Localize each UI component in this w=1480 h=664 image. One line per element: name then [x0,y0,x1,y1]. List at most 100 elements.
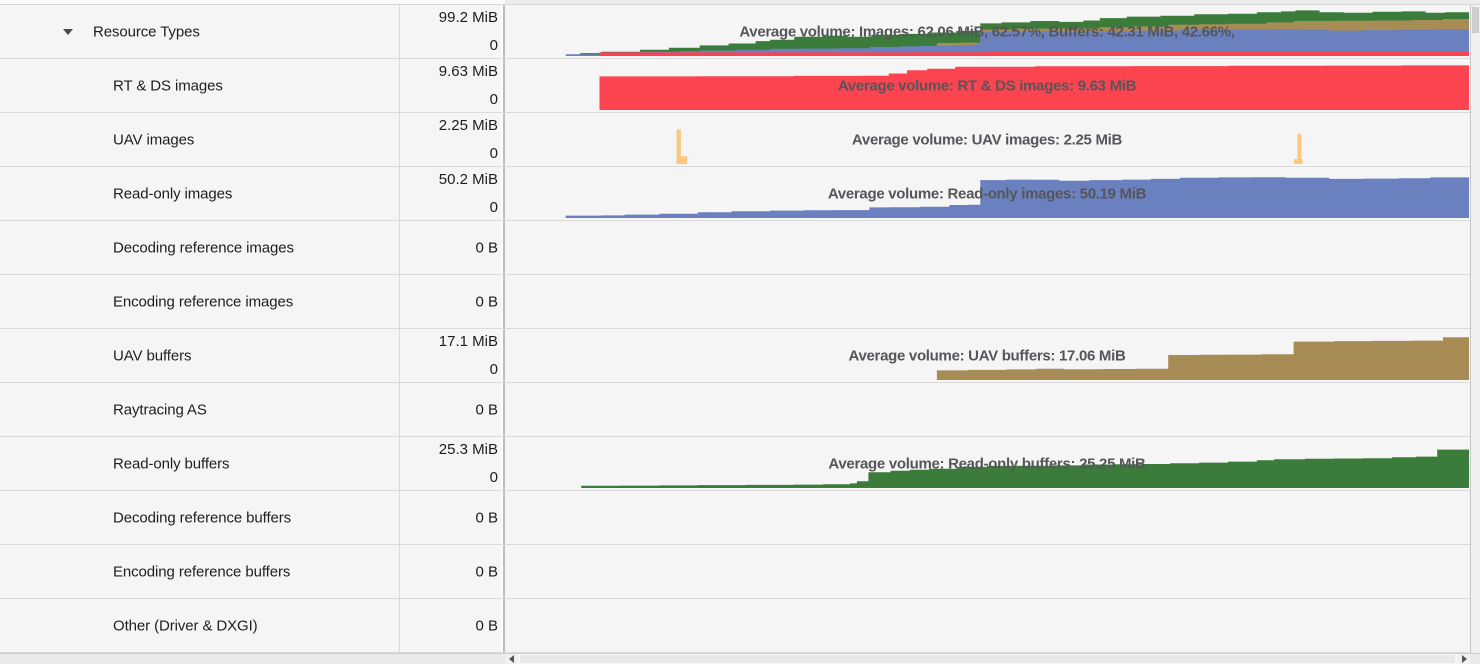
row-uav-images: UAV images 2.25 MiB 0 Average volume: UA… [0,113,1480,167]
row-chart[interactable]: Average volume: RT & DS images: 9.63 MiB [505,59,1480,112]
memory-profiler-window: Resource Types 99.2 MiB 0 Average volume… [0,0,1480,664]
row-chart[interactable]: Average volume: Read-only images: 50.19 … [505,167,1480,220]
vertical-scrollbar-thumb[interactable] [1472,7,1479,33]
volume-chart [505,5,1469,58]
row-label-cell[interactable]: Read-only buffers [0,437,400,490]
row-max-value: 50.2 MiB [439,171,498,188]
volume-chart [505,59,1469,112]
row-min-value: 0 [490,469,498,486]
row-value-cell: 17.1 MiB 0 [400,329,501,382]
chevron-down-icon[interactable] [63,29,73,35]
row-value-cell: 0 B [400,275,501,328]
row-encoding-reference-images: Encoding reference images 0 B [0,275,1480,329]
row-value-cell: 0 B [400,599,501,652]
row-value-cell: 50.2 MiB 0 [400,167,501,220]
scroll-right-button[interactable] [1457,653,1470,664]
row-label-cell[interactable]: UAV images [0,113,400,166]
row-chart[interactable] [505,275,1480,328]
row-value-cell: 25.3 MiB 0 [400,437,501,490]
scrollbar-corner [1470,653,1480,664]
row-max-value: 99.2 MiB [439,9,498,26]
row-max-value: 25.3 MiB [439,441,498,458]
row-label-cell[interactable]: Raytracing AS [0,383,400,436]
row-value-cell: 99.2 MiB 0 [400,5,501,58]
row-chart[interactable] [505,221,1480,274]
row-label: UAV images [113,131,194,148]
row-uav-buffers: UAV buffers 17.1 MiB 0 Average volume: U… [0,329,1480,383]
row-label-cell[interactable]: Read-only images [0,167,400,220]
row-read-only-images: Read-only images 50.2 MiB 0 Average volu… [0,167,1480,221]
row-label: Encoding reference images [113,293,293,310]
row-min-value: 0 [490,91,498,108]
row-max-value: 9.63 MiB [439,63,498,80]
row-label-cell[interactable]: Decoding reference images [0,221,400,274]
row-value: 0 B [475,401,498,418]
clipped-row-chart [505,0,1480,4]
row-label-cell[interactable]: Other (Driver & DXGI) [0,599,400,652]
row-value: 0 B [475,617,498,634]
row-value-cell: 2.25 MiB 0 [400,113,501,166]
row-label-cell[interactable]: Encoding reference images [0,275,400,328]
row-label-cell[interactable]: Encoding reference buffers [0,545,400,598]
scrollbar-left-filler [0,653,505,664]
row-decoding-reference-buffers: Decoding reference buffers 0 B [0,491,1480,545]
horizontal-scrollbar-thumb[interactable] [520,655,1455,663]
row-read-only-buffers: Read-only buffers 25.3 MiB 0 Average vol… [0,437,1480,491]
row-label: Encoding reference buffers [113,563,290,580]
row-min-value: 0 [490,145,498,162]
horizontal-scrollbar-track[interactable] [518,653,1457,664]
row-label: Read-only buffers [113,455,229,472]
row-raytracing-as: Raytracing AS 0 B [0,383,1480,437]
row-rt-ds-images: RT & DS images 9.63 MiB 0 Average volume… [0,59,1480,113]
row-label-cell[interactable]: Resource Types [0,5,400,58]
row-label: Resource Types [93,23,200,40]
row-label: Decoding reference images [113,239,294,256]
row-chart[interactable] [505,383,1480,436]
row-value-cell: 0 B [400,545,501,598]
row-min-value: 0 [490,199,498,216]
clipped-row-left [0,0,505,4]
row-max-value: 2.25 MiB [439,117,498,134]
row-label-cell[interactable]: Decoding reference buffers [0,491,400,544]
row-label-cell[interactable]: UAV buffers [0,329,400,382]
row-value: 0 B [475,563,498,580]
row-min-value: 0 [490,37,498,54]
row-chart[interactable] [505,491,1480,544]
row-label: RT & DS images [113,77,223,94]
row-value-cell: 0 B [400,491,501,544]
scroll-left-button[interactable] [505,653,518,664]
scroll-left-arrow-icon [509,655,514,663]
row-value: 0 B [475,509,498,526]
resource-table: Resource Types 99.2 MiB 0 Average volume… [0,5,1480,653]
volume-chart [505,329,1469,382]
row-label-cell[interactable]: RT & DS images [0,59,400,112]
row-other-driver-dxgi: Other (Driver & DXGI) 0 B [0,599,1480,653]
row-label: UAV buffers [113,347,191,364]
row-chart[interactable]: Average volume: UAV buffers: 17.06 MiB [505,329,1480,382]
row-min-value: 0 [490,361,498,378]
row-encoding-reference-buffers: Encoding reference buffers 0 B [0,545,1480,599]
horizontal-scrollbar[interactable] [0,653,1480,664]
row-value-cell: 0 B [400,221,501,274]
row-chart[interactable] [505,545,1480,598]
row-max-value: 17.1 MiB [439,333,498,350]
vertical-scrollbar[interactable] [1470,5,1480,653]
row-resource-types: Resource Types 99.2 MiB 0 Average volume… [0,5,1480,59]
row-label: Other (Driver & DXGI) [113,617,258,634]
volume-chart [505,113,1469,166]
row-chart[interactable]: Average volume: Images: 62.06 MiB, 62.57… [505,5,1480,58]
row-decoding-reference-images: Decoding reference images 0 B [0,221,1480,275]
row-chart[interactable]: Average volume: Read-only buffers: 25.25… [505,437,1480,490]
volume-chart [505,167,1469,220]
row-label: Raytracing AS [113,401,207,418]
row-label: Decoding reference buffers [113,509,291,526]
row-chart[interactable]: Average volume: UAV images: 2.25 MiB [505,113,1480,166]
row-value: 0 B [475,239,498,256]
volume-chart [505,437,1469,490]
row-label: Read-only images [113,185,232,202]
row-value-cell: 0 B [400,383,501,436]
row-value: 0 B [475,293,498,310]
scroll-right-arrow-icon [1462,655,1467,663]
row-value-cell: 9.63 MiB 0 [400,59,501,112]
row-chart[interactable] [505,599,1480,652]
